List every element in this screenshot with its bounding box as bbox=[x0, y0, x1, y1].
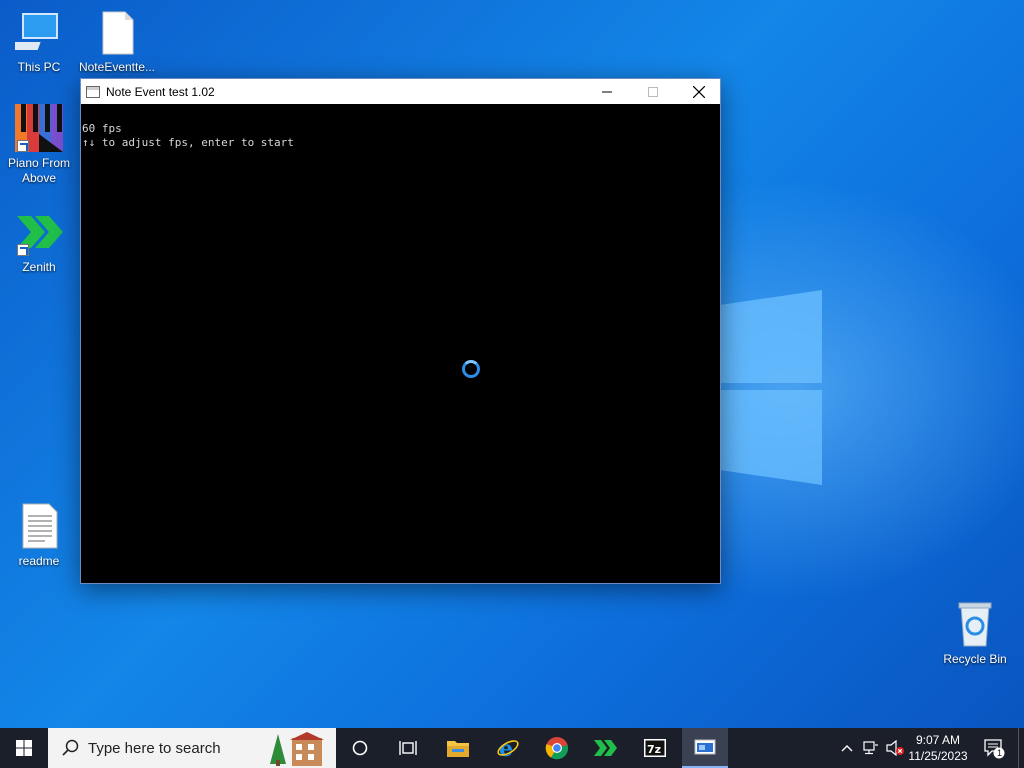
folder-icon bbox=[447, 741, 469, 757]
cortana-button[interactable] bbox=[340, 728, 380, 768]
shortcut-arrow-icon bbox=[17, 140, 29, 152]
desktop-icon-recycle-bin[interactable]: Recycle Bin bbox=[936, 600, 1014, 667]
console-line-instructions: ↑↓ to adjust fps, enter to start bbox=[82, 136, 294, 149]
notification-count-badge: 1 bbox=[997, 748, 1003, 758]
internet-explorer-icon: e bbox=[497, 736, 519, 760]
taskbar-7zip[interactable]: 7z bbox=[635, 728, 675, 768]
text-file-icon bbox=[15, 502, 63, 550]
task-view-button[interactable] bbox=[388, 728, 428, 768]
maximize-button[interactable] bbox=[630, 79, 676, 104]
minimize-icon bbox=[602, 91, 612, 92]
desktop-icon-zenith[interactable]: Zenith bbox=[0, 208, 78, 275]
start-button[interactable] bbox=[0, 728, 48, 768]
window-titlebar[interactable]: Note Event test 1.02 bbox=[81, 79, 720, 104]
clock-date: 11/25/2023 bbox=[908, 749, 968, 763]
windows-start-icon bbox=[16, 740, 32, 756]
show-hidden-icons-button[interactable] bbox=[836, 728, 858, 768]
console-line-fps: 60 fps bbox=[82, 122, 122, 135]
taskbar-internet-explorer[interactable]: e bbox=[488, 728, 528, 768]
volume-button[interactable] bbox=[884, 728, 906, 768]
app-window[interactable]: Note Event test 1.02 60 fps ↑↓ to adjust … bbox=[80, 78, 721, 584]
svg-text:7z: 7z bbox=[647, 743, 661, 756]
maximize-icon bbox=[648, 86, 658, 97]
show-desktop-button[interactable] bbox=[1018, 728, 1024, 768]
console-output[interactable]: 60 fps ↑↓ to adjust fps, enter to start bbox=[81, 104, 720, 583]
desktop-icon-readme[interactable]: readme bbox=[0, 502, 78, 569]
computer-icon bbox=[11, 8, 63, 56]
console-window-icon bbox=[694, 739, 716, 755]
piano-app-icon bbox=[15, 104, 63, 152]
close-icon bbox=[693, 85, 705, 98]
file-icon bbox=[93, 8, 141, 56]
seven-zip-icon: 7z bbox=[644, 739, 666, 757]
cortana-icon bbox=[352, 740, 368, 756]
taskbar-clock[interactable]: 9:07 AM 11/25/2023 bbox=[906, 732, 970, 764]
desktop-icon-noteeventtest[interactable]: NoteEventte... bbox=[78, 8, 156, 75]
shortcut-arrow-icon bbox=[17, 244, 29, 256]
taskbar-zenith[interactable] bbox=[586, 728, 626, 768]
desktop-icon-this-pc[interactable]: This PC bbox=[0, 8, 78, 75]
zenith-icon bbox=[594, 740, 617, 756]
taskbar-note-event-test[interactable] bbox=[682, 728, 728, 768]
minimize-button[interactable] bbox=[584, 79, 630, 104]
search-placeholder: Type here to search bbox=[88, 739, 221, 757]
desktop-icon-piano-from-above[interactable]: Piano From Above bbox=[0, 104, 78, 186]
task-view-icon bbox=[399, 741, 417, 755]
network-button[interactable] bbox=[860, 728, 882, 768]
console-app-icon bbox=[86, 85, 100, 98]
taskbar-search[interactable]: Type here to search bbox=[48, 728, 336, 768]
speaker-muted-icon bbox=[886, 740, 904, 756]
action-center-button[interactable]: 1 bbox=[980, 728, 1008, 768]
recycle-bin-icon bbox=[951, 600, 999, 648]
close-button[interactable] bbox=[676, 79, 722, 104]
network-icon bbox=[863, 741, 878, 755]
zenith-app-icon bbox=[15, 208, 63, 256]
search-icon bbox=[62, 739, 79, 756]
chrome-icon bbox=[545, 737, 569, 760]
taskbar-file-explorer[interactable] bbox=[438, 728, 478, 768]
clock-time: 9:07 AM bbox=[915, 733, 961, 747]
taskbar-google-chrome[interactable] bbox=[537, 728, 577, 768]
loading-spinner-icon bbox=[462, 360, 480, 378]
window-title: Note Event test 1.02 bbox=[106, 84, 215, 99]
search-highlight-illustration-icon bbox=[270, 732, 324, 766]
taskbar: Type here to search e 7z 9:07 AM 11/25/2… bbox=[0, 728, 1024, 768]
chevron-up-icon bbox=[841, 745, 853, 752]
